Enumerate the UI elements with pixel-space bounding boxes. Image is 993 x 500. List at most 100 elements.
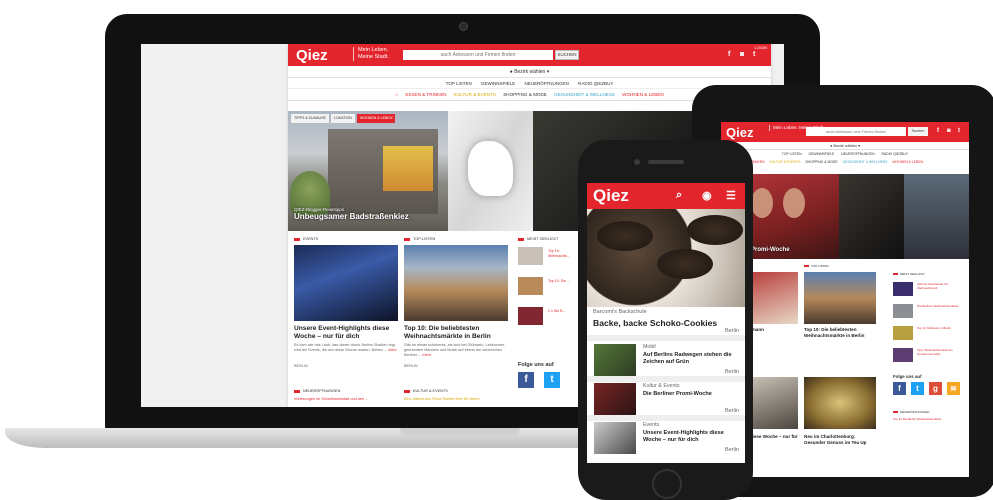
tablet-instagram-icon[interactable]: ◙ [947,128,951,134]
tablet-district-selector[interactable]: ● Bezirk wählen ▾ [721,142,969,150]
most-clicked-item[interactable]: Top 10: Die ... [518,277,578,299]
most-clicked-title: 2 x Die B... [548,309,566,313]
menu-icon[interactable]: ☰ [726,189,736,202]
tablet-nav-openings[interactable]: NEUERÖFFNUNGEN [841,152,874,156]
tablet-most-clicked-item[interactable]: Schöne Geschenke zur Weihnachtszeit [893,282,963,300]
nav-radio[interactable]: RADIO QIEZBUY [578,81,613,86]
tablet-google-button[interactable]: g [929,382,942,395]
event-card-text: Es kam wie das Laub, das dieser durch Be… [294,343,398,353]
tablet-nav-shopping[interactable]: SHOPPING & MODE [805,160,837,164]
tablet-search-button[interactable]: Suchen [908,127,928,136]
tablet-rss-button[interactable]: ≋ [947,382,960,395]
phone-article-city: Berlin [724,369,739,375]
twitter-button[interactable]: t [544,372,560,388]
hero-image-glove[interactable] [448,111,533,231]
tablet-website: Qiez Mein Leben. Meine Stadt. auch Adres… [721,122,969,477]
phone-hero-city: Berlin [724,328,739,334]
tablet-openings-teaser[interactable]: Top 10 Die Berlin Weihnachtsmärkte [893,417,963,422]
most-clicked-item[interactable]: 2 x Die B... [518,307,578,329]
tablet-card-title[interactable]: Top 10: Die beliebtesten Weihnachtsmärkt… [804,327,876,338]
nav-health[interactable]: GESUNDHEIT & WELLNESS [554,92,615,97]
tablet-facebook-button[interactable]: f [893,382,906,395]
tablet-most-clicked-item[interactable]: Top 10 Glühwein in Berlin [893,326,963,344]
tablet-most-clicked-item[interactable]: Die Berliner Weihnachtsmärkte [893,304,963,322]
facebook-icon[interactable]: f [728,51,730,58]
twitter-icon[interactable]: t [753,51,755,58]
tablet-card-image[interactable] [804,272,876,324]
qiez-logo[interactable]: Qiez [296,47,328,64]
tablet-screen: Qiez Mein Leben. Meine Stadt. auch Adres… [721,122,969,477]
hero-image-street[interactable]: TIPPS & ZUHAUSE LOKATION WOHNEN & LEBEN … [288,111,448,231]
district-selector[interactable]: ● Bezirk wählen ▾ [288,66,771,78]
tablet-search-input[interactable]: auch Adressen und Firmen finden [806,127,906,136]
event-more-link[interactable]: mehr [388,348,397,352]
tablet-most-clicked-title: Top 10 Glühwein in Berlin [917,326,952,330]
tablet-most-clicked-title: Schöne Geschenke zur Weihnachtszeit [917,282,949,290]
instagram-icon[interactable]: ◙ [740,51,744,58]
tablet-follow-label: Folge uns auf [893,374,922,379]
search-input[interactable]: auch Adressen und Firmen finden [403,50,553,60]
phone-article-title[interactable]: Auf Berlins Radwegen stehen die Zeichen … [643,352,739,366]
tablet-card-image[interactable] [804,377,876,429]
events-heading: EVENTS [294,237,318,241]
phone-article-title[interactable]: Die Berliner Promi-Woche [643,391,739,398]
phone-home-button[interactable] [652,469,682,499]
facebook-button[interactable]: f [518,372,534,388]
nav-contests[interactable]: GEWINNSPIELE [481,81,515,86]
most-clicked-item[interactable]: Top 10: Weihnachts... [518,247,578,269]
tablet-twitter-button[interactable]: t [911,382,924,395]
nav-openings[interactable]: NEUERÖFFNUNGEN [525,81,569,86]
phone-article-image[interactable] [594,383,636,415]
event-card-title[interactable]: Unsere Event-Highlights diese Woche – nu… [294,325,398,341]
search-icon[interactable]: ⌕ [676,189,682,202]
tablet-hero-caption[interactable]: Promi-Woche [751,247,790,253]
divider [587,335,745,341]
search-button[interactable]: SUCHEN [555,50,579,60]
tablet-nav-contests[interactable]: GEWINNSPIELE [808,152,834,156]
phone-hero-title[interactable]: Backe, backe Schoko-Cookies [593,318,717,328]
most-clicked-title: Top 10: Weihnachts... [548,249,570,258]
home-icon[interactable]: ⌂ [395,92,398,97]
nav-living[interactable]: WOHNEN & LEBEN [622,92,664,97]
event-image[interactable] [294,245,398,321]
tablet-main-nav: ⌂ ESSEN & TRINKEN KULTUR & EVENTS SHOPPI… [721,158,969,167]
tablet-qiez-logo[interactable]: Qiez [726,125,753,140]
nav-shopping[interactable]: SHOPPING & MODE [503,92,547,97]
tablet-nav-living[interactable]: WOHNEN & LEBEN [892,160,923,164]
tablet-most-clicked-item[interactable]: Tipp: Weihnachtsmarkt am Gendarmenmarkt [893,348,963,366]
tablet-nav-radio[interactable]: RADIO QIEZBUY [882,152,909,156]
nav-food[interactable]: ESSEN & TRINKEN [405,92,446,97]
nav-culture[interactable]: KULTUR & EVENTS [454,92,496,97]
phone-article-image[interactable] [594,344,636,376]
christmas-market-image[interactable] [404,245,508,321]
phone-article-image[interactable] [594,422,636,454]
hero-tab-2[interactable]: LOKATION [330,114,355,123]
hero-tab-3[interactable]: WOHNEN & LEBEN [356,114,396,123]
hero-tab-1[interactable]: TIPPS & ZUHAUSE [291,114,329,123]
phone-article-category: Kultur & Events [643,383,680,389]
culture-teaser[interactable]: Eine Alltzeit aus Fritze Rubble feier 8G… [404,397,508,402]
site-header: Qiez Mein Leben. Meine Stadt. auch Adres… [288,44,771,66]
tablet-twitter-icon[interactable]: t [958,128,960,134]
openings-heading: NEUERÖFFNUNGEN [294,389,340,393]
phone-article-title[interactable]: Unsere Event-Highlights diese Woche – nu… [643,430,739,444]
tablet-hero[interactable]: Promi-Woche [721,174,969,259]
toplist-card-teaser: Gibt es etwas schöneres, als sich bei Gl… [404,343,506,357]
tablet-nav-top-lists[interactable]: TOP LISTEN [782,152,802,156]
openings-teaser[interactable]: Vorlesungen im Schreibwerkstatt und den … [294,397,398,402]
tablet-nav-culture[interactable]: KULTUR & EVENTS [769,160,800,164]
tablet-nav-health[interactable]: GESUNDHEIT & WELLNESS [843,160,888,164]
phone-qiez-logo[interactable]: Qiez [593,186,629,206]
hero-title[interactable]: Unbeugsamer Badstraßenkiez [294,212,409,221]
toplist-more-link[interactable]: mehr [422,353,431,357]
nav-top-lists[interactable]: TOP LISTEN [446,81,472,86]
tablet-hero-image-car[interactable] [904,174,969,259]
tablet-hero-image-dark[interactable] [839,174,904,259]
toplist-card-title[interactable]: Top 10: Die beliebtesten Weihnachtsmärkt… [404,325,508,341]
tablet-facebook-icon[interactable]: f [937,128,939,134]
login-link[interactable]: LOGIN [755,45,767,50]
location-icon[interactable]: ◉ [702,189,712,202]
tablet-card-title[interactable]: Neu im Charlottenburg: Gesunder Genuss i… [804,434,876,445]
toplist-card-city: BERLIN [404,364,418,368]
phone-hero-image[interactable] [587,209,745,307]
